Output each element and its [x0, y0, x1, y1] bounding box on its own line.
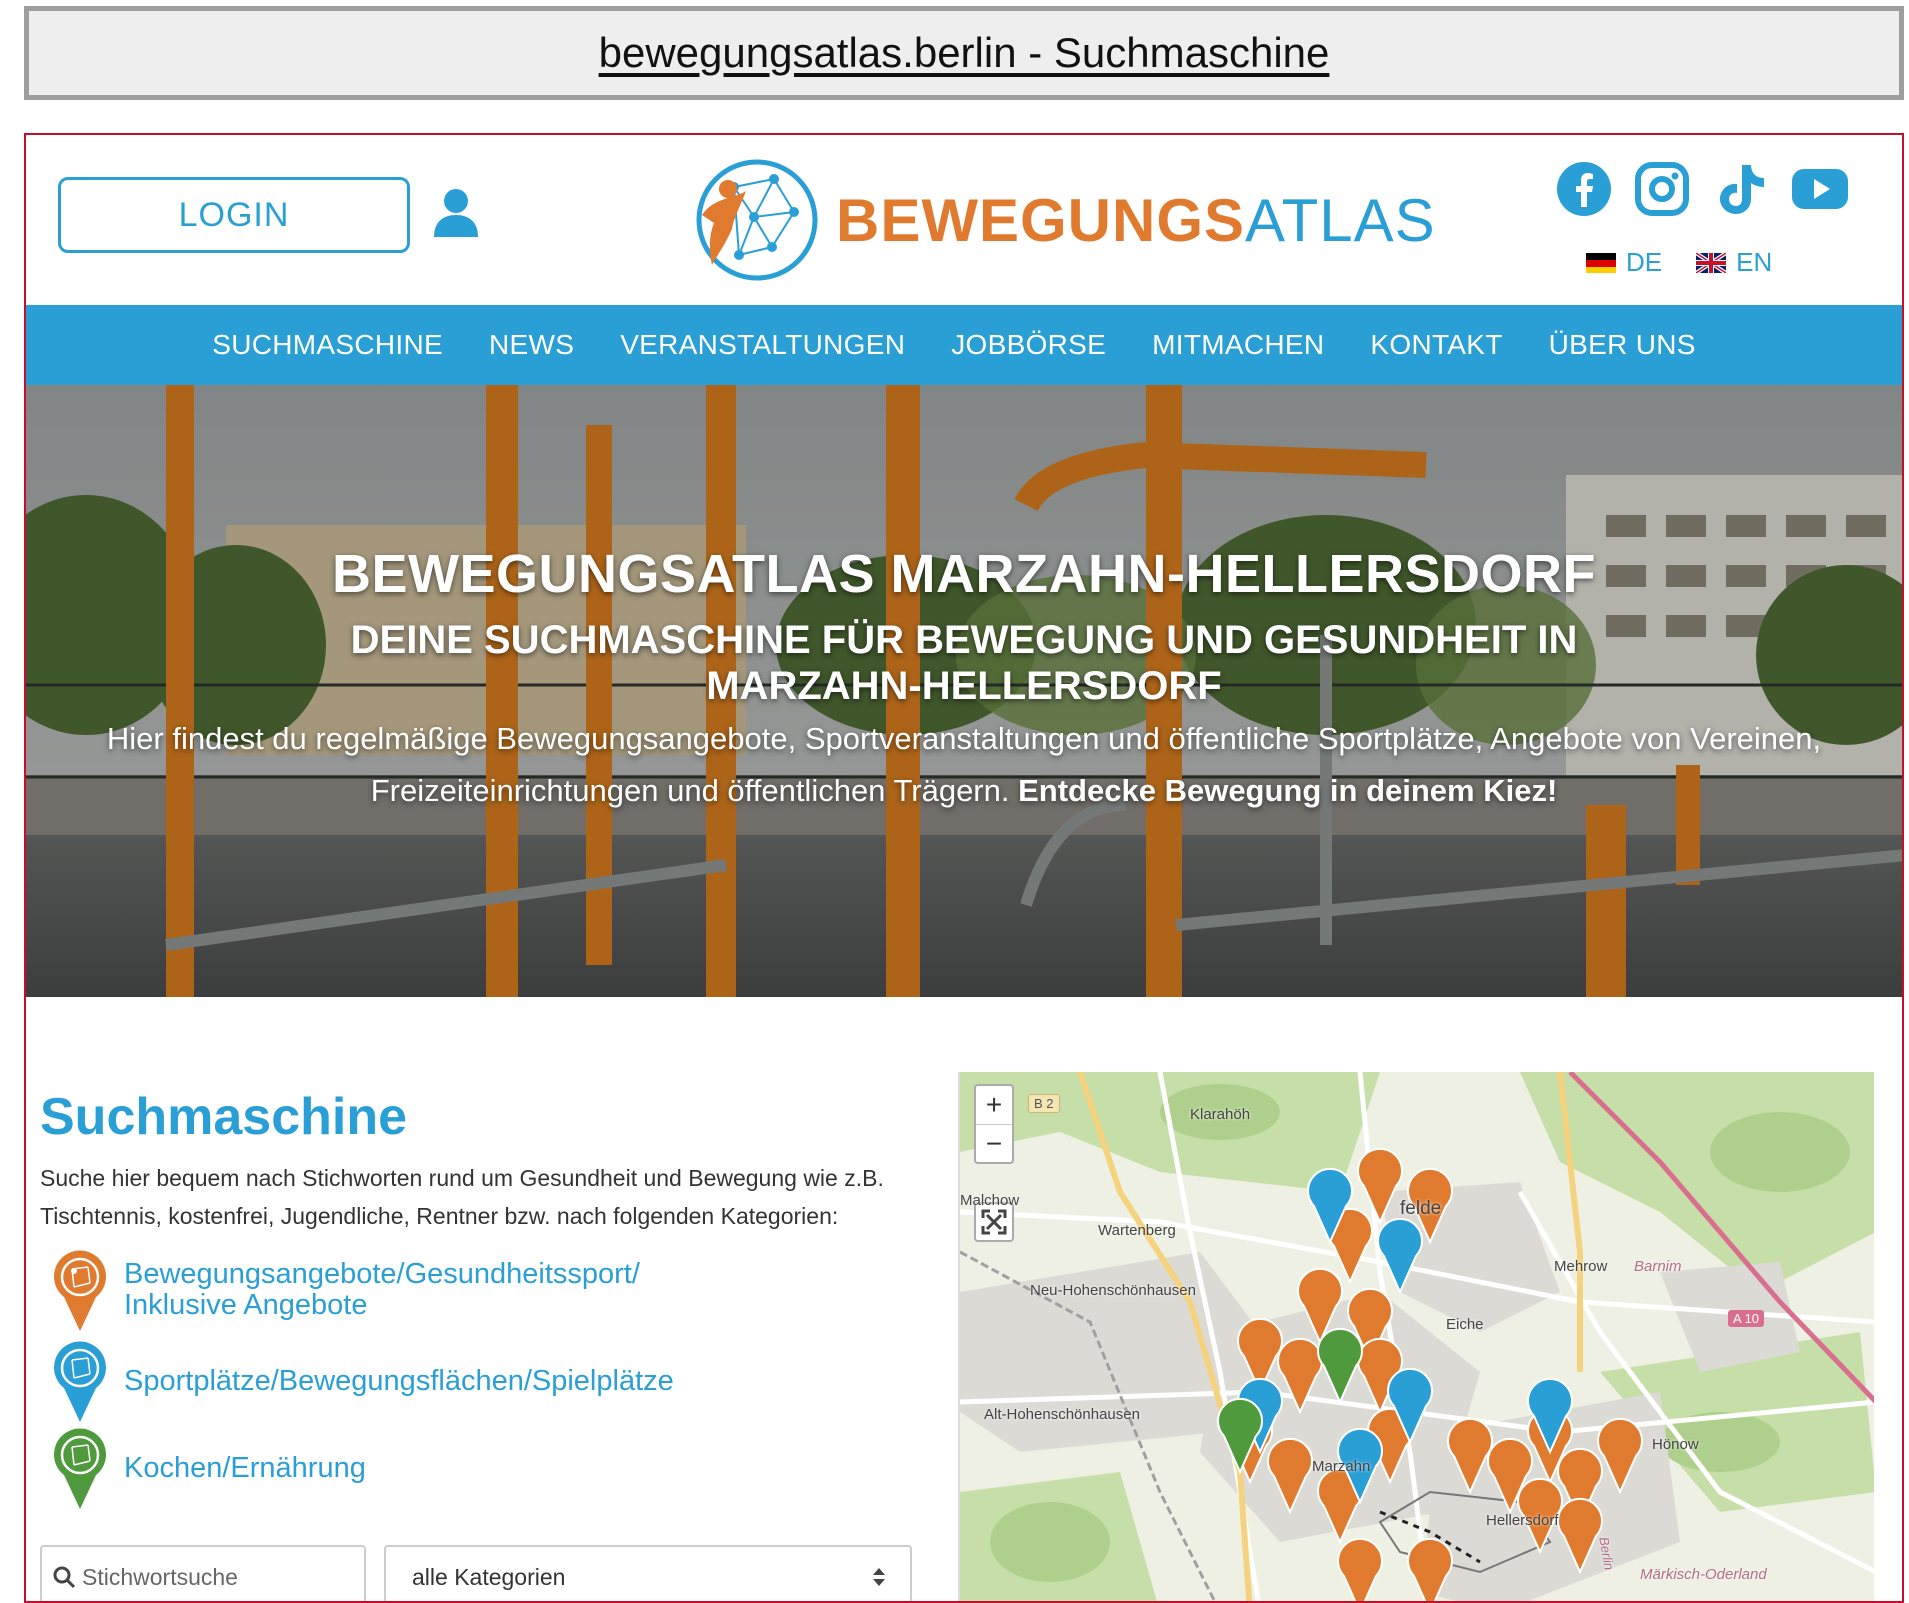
user-icon[interactable]	[432, 187, 480, 239]
search-heading: Suchmaschine	[40, 1088, 408, 1146]
search-description: Suche hier bequem nach Stichworten rund …	[40, 1165, 884, 1229]
map-label-marzahn: Marzahn	[1312, 1458, 1371, 1475]
caption-bar: bewegungsatlas.berlin - Suchmaschine	[24, 6, 1904, 100]
lang-de-label: DE	[1626, 247, 1663, 277]
hero-body-text: Hier findest du regelmäßige Bewegungsang…	[106, 721, 1822, 808]
hero-text: BEWEGUNGSATLAS MARZAHN-HELLERSDORF DEINE…	[26, 543, 1902, 817]
lang-en[interactable]: EN	[1696, 247, 1772, 278]
main-nav: SUCHMASCHINE NEWS VERANSTALTUNGEN JOBBÖR…	[26, 305, 1902, 385]
lang-en-label: EN	[1736, 247, 1773, 277]
map-label-barnim: Barnim	[1634, 1258, 1682, 1275]
map-label-mehrow: Mehrow	[1554, 1258, 1608, 1275]
language-switcher: DE EN	[1586, 247, 1772, 278]
website-frame: LOGIN BEWEGUNGSATLAS DE EN SUCHMASCHINE …	[24, 133, 1904, 1603]
nav-item-suchmaschine[interactable]: SUCHMASCHINE	[212, 329, 443, 361]
zoom-in-button[interactable]: +	[976, 1086, 1012, 1124]
category-label: Sportplätze/Bewegungsflächen/Spielplätze	[124, 1364, 674, 1397]
fullscreen-icon	[981, 1209, 1007, 1235]
category-label-line1: Bewegungsangebote/Gesundheitssport/	[124, 1258, 640, 1290]
site-header: LOGIN BEWEGUNGSATLAS DE EN	[26, 135, 1902, 305]
logo-text-bewegungs: BEWEGUNGS	[836, 186, 1246, 254]
map-label-hoenow: Hönow	[1652, 1436, 1699, 1453]
map-label-wartenberg: Wartenberg	[1098, 1222, 1176, 1239]
caption-title: bewegungsatlas.berlin - Suchmaschine	[598, 29, 1330, 76]
hero-subtitle: DEINE SUCHMASCHINE FÜR BEWEGUNG UND GESU…	[350, 618, 1578, 708]
map-label-alt-hohenschoenhausen: Alt-Hohenschönhausen	[984, 1406, 1140, 1423]
keyword-search-field[interactable]	[40, 1545, 366, 1601]
facebook-icon[interactable]	[1556, 161, 1612, 217]
social-links	[1556, 161, 1850, 217]
nav-item-news[interactable]: NEWS	[489, 329, 574, 361]
category-sportplaetze[interactable]: Sportplätze/Bewegungsflächen/Spielplätze	[52, 1340, 674, 1422]
nav-item-veranstaltungen[interactable]: VERANSTALTUNGEN	[620, 329, 905, 361]
hero-title: BEWEGUNGSATLAS MARZAHN-HELLERSDORF	[332, 544, 1596, 604]
map-label-hellersdorf: Hellersdorf	[1486, 1512, 1559, 1529]
category-label: Bewegungsangebote/Gesundheitssport/ Inkl…	[124, 1259, 640, 1321]
category-select[interactable]: alle Kategorien	[384, 1545, 912, 1601]
site-logo[interactable]: BEWEGUNGSATLAS	[694, 157, 1436, 283]
road-badge-b2: B 2	[1028, 1094, 1060, 1113]
orange-pin-icon	[54, 1250, 106, 1331]
green-pin-icon	[54, 1428, 106, 1509]
youtube-icon[interactable]	[1790, 161, 1850, 217]
map-view[interactable]: + − B 2 A 10 Klarahöh Malchow Wartenberg…	[958, 1072, 1874, 1601]
category-kochen[interactable]: Kochen/Ernährung	[52, 1427, 366, 1509]
tiktok-icon[interactable]	[1712, 161, 1768, 217]
map-label-eiche: Eiche	[1446, 1316, 1484, 1333]
logo-text-atlas: ATLAS	[1245, 186, 1436, 254]
map-label-malchow: Malchow	[960, 1192, 1020, 1209]
nav-item-mitmachen[interactable]: MITMACHEN	[1152, 329, 1324, 361]
map-label-klarahoeh: Klarahöh	[1190, 1106, 1251, 1123]
logo-globe-icon	[696, 159, 818, 281]
map-label-neu-hohenschoenhausen: Neu-Hohenschönhausen	[1030, 1282, 1196, 1299]
road-badge-a10: A 10	[1728, 1310, 1765, 1327]
nav-item-kontakt[interactable]: KONTAKT	[1370, 329, 1502, 361]
zoom-control: + −	[974, 1084, 1014, 1164]
zoom-out-button[interactable]: −	[976, 1124, 1012, 1162]
nav-item-ueber-uns[interactable]: ÜBER UNS	[1549, 329, 1696, 361]
lang-de[interactable]: DE	[1586, 247, 1662, 278]
category-bewegungsangebote[interactable]: Bewegungsangebote/Gesundheitssport/ Inkl…	[52, 1249, 640, 1331]
de-flag-icon	[1586, 252, 1616, 273]
map-tiles	[960, 1072, 1874, 1601]
map-label-maerkisch-oderland: Märkisch-Oderland	[1640, 1566, 1767, 1583]
select-arrows-icon	[873, 1568, 885, 1586]
instagram-icon[interactable]	[1634, 161, 1690, 217]
nav-item-jobboerse[interactable]: JOBBÖRSE	[951, 329, 1106, 361]
category-label: Kochen/Ernährung	[124, 1451, 366, 1484]
hero-body-bold: Entdecke Bewegung in deinem Kiez!	[1018, 773, 1558, 808]
hero-body: Hier findest du regelmäßige Bewegungsang…	[26, 713, 1902, 817]
blue-pin-icon	[54, 1341, 106, 1422]
category-label-line2: Inklusive Angebote	[124, 1289, 368, 1321]
logo-wordmark: BEWEGUNGSATLAS	[836, 186, 1436, 255]
map-label-felde: felde	[1400, 1198, 1442, 1219]
login-button[interactable]: LOGIN	[58, 177, 410, 253]
uk-flag-icon	[1696, 252, 1727, 273]
hero-banner: BEWEGUNGSATLAS MARZAHN-HELLERSDORF DEINE…	[26, 385, 1902, 997]
keyword-search-input[interactable]	[82, 1563, 342, 1591]
search-icon	[53, 1566, 76, 1589]
category-select-value: alle Kategorien	[412, 1563, 566, 1590]
